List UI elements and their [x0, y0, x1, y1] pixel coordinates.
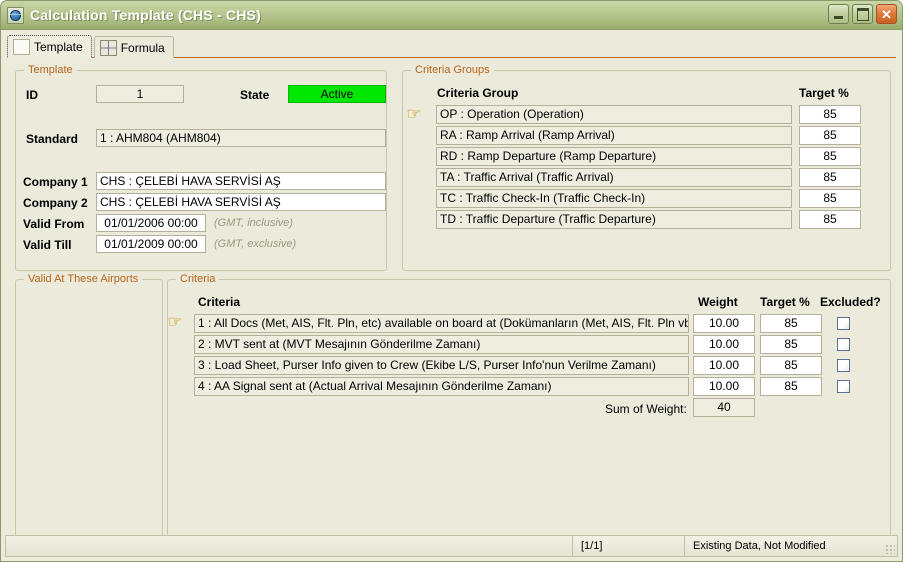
blank-page-icon — [13, 38, 30, 55]
valid-from-hint: (GMT, inclusive) — [214, 217, 294, 229]
target-column-header: Target % — [799, 86, 849, 100]
record-counter: [1/1] — [581, 540, 603, 552]
criteria-groups-legend: Criteria Groups — [415, 64, 490, 76]
company1-field[interactable]: CHS : ÇELEBİ HAVA SERVİSİ AŞ — [96, 172, 386, 190]
criteria-group-row-target[interactable]: 85 — [799, 126, 861, 145]
criteria-group: Criteria Criteria Weight Target % Exclud… — [167, 273, 891, 539]
state-label: State — [240, 88, 270, 102]
criteria-target-column-header: Target % — [760, 295, 810, 309]
valid-from-label: Valid From — [23, 217, 85, 231]
maximize-icon — [856, 7, 869, 21]
template-group: Template ID 1 State Active Standard 1 : … — [15, 64, 387, 271]
criteria-row-excluded-checkbox[interactable] — [837, 338, 850, 351]
record-state-text: Existing Data, Not Modified — [693, 540, 826, 552]
tab-formula-label: Formula — [120, 40, 165, 55]
criteria-row-excluded-checkbox[interactable] — [837, 317, 850, 330]
criteria-group-row-name[interactable]: RD : Ramp Departure (Ramp Departure) — [436, 147, 792, 166]
row-pointer-icon: ☞ — [406, 106, 422, 123]
standard-field[interactable]: 1 : AHM804 (AHM804) — [96, 129, 386, 147]
airports-group-legend: Valid At These Airports — [28, 273, 139, 285]
row-pointer-icon: ☞ — [167, 314, 183, 331]
calculation-template-window: Calculation Template (CHS - CHS) ✕ Templ… — [0, 0, 903, 562]
criteria-row-excluded-checkbox[interactable] — [837, 359, 850, 372]
tab-template-label: Template — [34, 39, 83, 54]
close-icon: ✕ — [881, 6, 892, 22]
tab-template[interactable]: Template — [7, 35, 92, 58]
globe-icon — [7, 6, 24, 24]
criteria-row-target[interactable]: 85 — [760, 335, 822, 354]
state-badge: Active — [288, 85, 386, 103]
minimize-icon — [834, 16, 843, 19]
criteria-group-row-target[interactable]: 85 — [799, 168, 861, 187]
criteria-row-name[interactable]: 4 : AA Signal sent at (Actual Arrival Me… — [194, 377, 689, 396]
criteria-row-excluded-checkbox[interactable] — [837, 380, 850, 393]
resize-grip-icon[interactable] — [885, 544, 895, 554]
criteria-row-name[interactable]: 3 : Load Sheet, Purser Info given to Cre… — [194, 356, 689, 375]
valid-from-field[interactable]: 01/01/2006 00:00 — [96, 214, 206, 232]
criteria-group-row-name[interactable]: OP : Operation (Operation) — [436, 105, 792, 124]
criteria-row-weight[interactable]: 10.00 — [693, 377, 755, 396]
criteria-groups-group: Criteria Groups Criteria Group Target % … — [402, 64, 891, 271]
company2-field[interactable]: CHS : ÇELEBİ HAVA SERVİSİ AŞ — [96, 193, 386, 211]
criteria-row-weight[interactable]: 10.00 — [693, 356, 755, 375]
id-field[interactable]: 1 — [96, 85, 184, 103]
tab-strip: Template Formula — [7, 34, 902, 58]
criteria-group-legend: Criteria — [180, 273, 216, 285]
title-bar: Calculation Template (CHS - CHS) ✕ — [1, 1, 902, 30]
id-label: ID — [26, 88, 38, 102]
window-controls: ✕ — [828, 4, 897, 24]
status-message-cell — [6, 536, 572, 556]
criteria-row-name[interactable]: 1 : All Docs (Met, AIS, Flt. Pln, etc) a… — [194, 314, 689, 333]
valid-till-hint: (GMT, exclusive) — [214, 238, 297, 250]
criteria-column-header: Criteria — [198, 295, 241, 309]
status-bar: [1/1] Existing Data, Not Modified — [5, 535, 898, 557]
criteria-group-row-target[interactable]: 85 — [799, 210, 861, 229]
criteria-row-target[interactable]: 85 — [760, 377, 822, 396]
company1-label: Company 1 — [23, 175, 88, 189]
criteria-row-weight[interactable]: 10.00 — [693, 314, 755, 333]
criteria-group-row-target[interactable]: 85 — [799, 147, 861, 166]
standard-label: Standard — [26, 132, 79, 146]
valid-till-field[interactable]: 01/01/2009 00:00 — [96, 235, 206, 253]
criteria-group-row-name[interactable]: TA : Traffic Arrival (Traffic Arrival) — [436, 168, 792, 187]
criteria-row-weight[interactable]: 10.00 — [693, 335, 755, 354]
criteria-group-row-name[interactable]: TD : Traffic Departure (Traffic Departur… — [436, 210, 792, 229]
window-title: Calculation Template (CHS - CHS) — [30, 7, 261, 23]
sum-of-weight-value: 40 — [693, 398, 755, 417]
airports-group: Valid At These Airports — [15, 273, 163, 539]
content-area: Template ID 1 State Active Standard 1 : … — [1, 58, 902, 539]
criteria-row-target[interactable]: 85 — [760, 314, 822, 333]
sum-of-weight-label: Sum of Weight: — [605, 402, 687, 416]
criteria-row-target[interactable]: 85 — [760, 356, 822, 375]
criteria-row-name[interactable]: 2 : MVT sent at (MVT Mesajının Gönderilm… — [194, 335, 689, 354]
criteria-group-column-header: Criteria Group — [437, 86, 519, 100]
maximize-button[interactable] — [852, 4, 873, 24]
excluded-column-header: Excluded? — [820, 295, 881, 309]
criteria-group-row-name[interactable]: RA : Ramp Arrival (Ramp Arrival) — [436, 126, 792, 145]
close-button[interactable]: ✕ — [876, 4, 897, 24]
tab-formula[interactable]: Formula — [93, 36, 174, 58]
grid-formula-icon — [99, 39, 117, 56]
valid-till-label: Valid Till — [23, 238, 72, 252]
company2-label: Company 2 — [23, 196, 88, 210]
minimize-button[interactable] — [828, 4, 849, 24]
criteria-group-row-target[interactable]: 85 — [799, 189, 861, 208]
weight-column-header: Weight — [698, 295, 738, 309]
template-group-legend: Template — [28, 64, 73, 76]
criteria-group-row-name[interactable]: TC : Traffic Check-In (Traffic Check-In) — [436, 189, 792, 208]
criteria-group-row-target[interactable]: 85 — [799, 105, 861, 124]
